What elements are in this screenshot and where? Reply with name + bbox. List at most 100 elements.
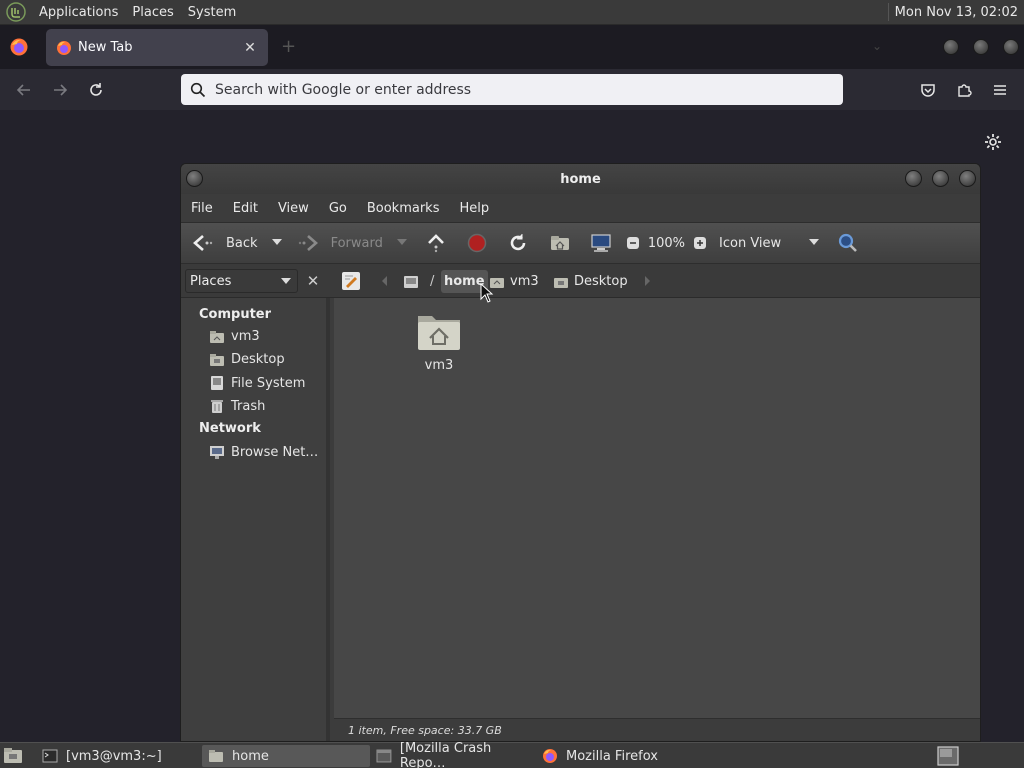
system-top-panel: Applications Places System Mon Nov 13, 0…	[0, 0, 1024, 25]
sidebar-selector[interactable]: Places	[185, 269, 298, 293]
crumb-separator: /	[430, 274, 435, 289]
back-history-dropdown-icon[interactable]	[271, 239, 282, 247]
view-mode-dropdown-icon[interactable]	[809, 239, 820, 247]
sidebar-item-trash[interactable]: Trash	[209, 398, 265, 414]
firefox-favicon-icon	[57, 40, 71, 55]
system-menu[interactable]: System	[181, 5, 243, 20]
hamburger-menu-icon[interactable]	[989, 79, 1011, 101]
trash-icon	[211, 400, 223, 413]
pocket-icon[interactable]	[917, 79, 939, 101]
mouse-pointer-icon	[480, 283, 494, 303]
file-item-vm3[interactable]: vm3	[394, 308, 484, 373]
menu-go[interactable]: Go	[319, 201, 357, 216]
task-crash-reporter[interactable]: [Mozilla Crash Repo…	[370, 741, 540, 768]
file-system-icon	[404, 275, 418, 288]
back-arrow-icon[interactable]	[13, 79, 35, 101]
firefox-icon	[543, 749, 557, 763]
forward-arrow-icon	[298, 235, 318, 251]
zoom-out-icon[interactable]	[626, 236, 640, 250]
crumb-vm3[interactable]: vm3	[489, 270, 539, 293]
crumb-desktop-label: Desktop	[574, 274, 628, 289]
back-button[interactable]: Back	[191, 232, 258, 254]
places-sidebar: Computer vm3 Desktop File System Trash N…	[181, 298, 330, 741]
location-bar: Places ✕ / home vm3 Desktop	[181, 264, 980, 298]
url-bar[interactable]: Search with Google or enter address	[181, 74, 843, 105]
gear-icon[interactable]	[983, 132, 1003, 152]
file-view[interactable]: vm3	[334, 298, 980, 718]
file-manager-window: home File Edit View Go Bookmarks Help Ba…	[180, 163, 981, 742]
extensions-icon[interactable]	[953, 79, 975, 101]
home-folder-icon	[418, 316, 460, 350]
clock[interactable]: Mon Nov 13, 02:02	[895, 5, 1024, 20]
reload-icon[interactable]	[507, 232, 529, 254]
computer-icon[interactable]	[590, 232, 612, 254]
view-mode-selector[interactable]: Icon View	[719, 236, 809, 251]
close-window-button[interactable]	[1003, 39, 1019, 55]
crumb-vm3-label: vm3	[510, 274, 539, 289]
menu-view[interactable]: View	[268, 201, 319, 216]
crumb-desktop[interactable]: Desktop	[553, 270, 628, 293]
menu-edit[interactable]: Edit	[223, 201, 268, 216]
up-arrow-icon[interactable]	[425, 232, 447, 254]
task-label: [Mozilla Crash Repo…	[399, 741, 492, 768]
minimize-window-button[interactable]	[943, 39, 959, 55]
folder-icon	[209, 750, 223, 762]
crumb-root[interactable]: /	[403, 270, 434, 293]
menu-help[interactable]: Help	[449, 201, 499, 216]
forward-arrow-icon[interactable]	[49, 79, 71, 101]
sidebar-item-label: Browse Net…	[231, 444, 319, 460]
workspace-switcher-icon[interactable]	[937, 746, 959, 766]
home-folder-icon[interactable]	[549, 232, 571, 254]
desktop-folder-icon	[554, 277, 568, 288]
zoom-in-icon[interactable]	[693, 236, 707, 250]
new-tab-plus-icon[interactable]: +	[281, 38, 296, 56]
minimize-button[interactable]	[905, 170, 922, 187]
mint-logo-icon[interactable]	[6, 2, 26, 22]
window-title: home	[560, 171, 601, 187]
tab-new-tab[interactable]: New Tab ✕	[46, 29, 268, 66]
stop-icon[interactable]	[467, 233, 487, 253]
search-icon[interactable]	[837, 232, 859, 254]
menu-bookmarks[interactable]: Bookmarks	[357, 201, 450, 216]
sidebar-heading-network: Network	[199, 421, 261, 436]
back-label: Back	[226, 235, 258, 251]
edit-location-icon[interactable]	[341, 271, 361, 291]
task-terminal[interactable]: [vm3@vm3:~]	[36, 745, 196, 767]
sidebar-item-desktop[interactable]: Desktop	[209, 352, 285, 367]
task-label: [vm3@vm3:~]	[66, 748, 162, 764]
sidebar-item-browse-network[interactable]: Browse Net…	[209, 444, 318, 460]
sidebar-item-file-system[interactable]: File System	[209, 375, 305, 391]
crumb-scroll-right-icon[interactable]	[643, 276, 651, 286]
status-bar: 1 item, Free space: 33.7 GB	[334, 718, 980, 741]
menu-file[interactable]: File	[181, 201, 223, 216]
list-tabs-chevron-icon[interactable]: ⌄	[872, 39, 882, 53]
network-icon	[210, 446, 224, 459]
tab-title: New Tab	[78, 40, 133, 55]
sidebar-item-label: Desktop	[231, 352, 285, 367]
reload-icon[interactable]	[85, 79, 107, 101]
maximize-button[interactable]	[932, 170, 949, 187]
sidebar-selector-label: Places	[190, 273, 232, 289]
maximize-window-button[interactable]	[973, 39, 989, 55]
toolbar: Back Forward 100% Icon View	[181, 222, 980, 264]
forward-history-dropdown-icon[interactable]	[396, 239, 407, 247]
window-titlebar[interactable]: home	[181, 164, 980, 194]
close-sidebar-icon[interactable]: ✕	[303, 270, 323, 292]
forward-button[interactable]: Forward	[298, 232, 383, 254]
window-menu-button[interactable]	[186, 170, 203, 187]
firefox-view-icon[interactable]	[9, 37, 29, 57]
sidebar-item-vm3[interactable]: vm3	[209, 329, 260, 344]
menu-bar: File Edit View Go Bookmarks Help	[181, 194, 980, 222]
show-desktop-icon[interactable]	[3, 747, 23, 765]
back-arrow-icon	[193, 235, 213, 251]
close-tab-icon[interactable]: ✕	[242, 40, 258, 56]
task-firefox[interactable]: Mozilla Firefox	[536, 745, 706, 767]
applications-menu[interactable]: Applications	[32, 5, 125, 20]
url-placeholder: Search with Google or enter address	[215, 81, 472, 98]
close-button[interactable]	[959, 170, 976, 187]
task-home[interactable]: home	[202, 745, 370, 767]
sidebar-item-label: vm3	[231, 329, 260, 344]
places-menu[interactable]: Places	[125, 5, 180, 20]
home-folder-icon	[210, 330, 224, 343]
crumb-scroll-left-icon[interactable]	[381, 276, 389, 286]
